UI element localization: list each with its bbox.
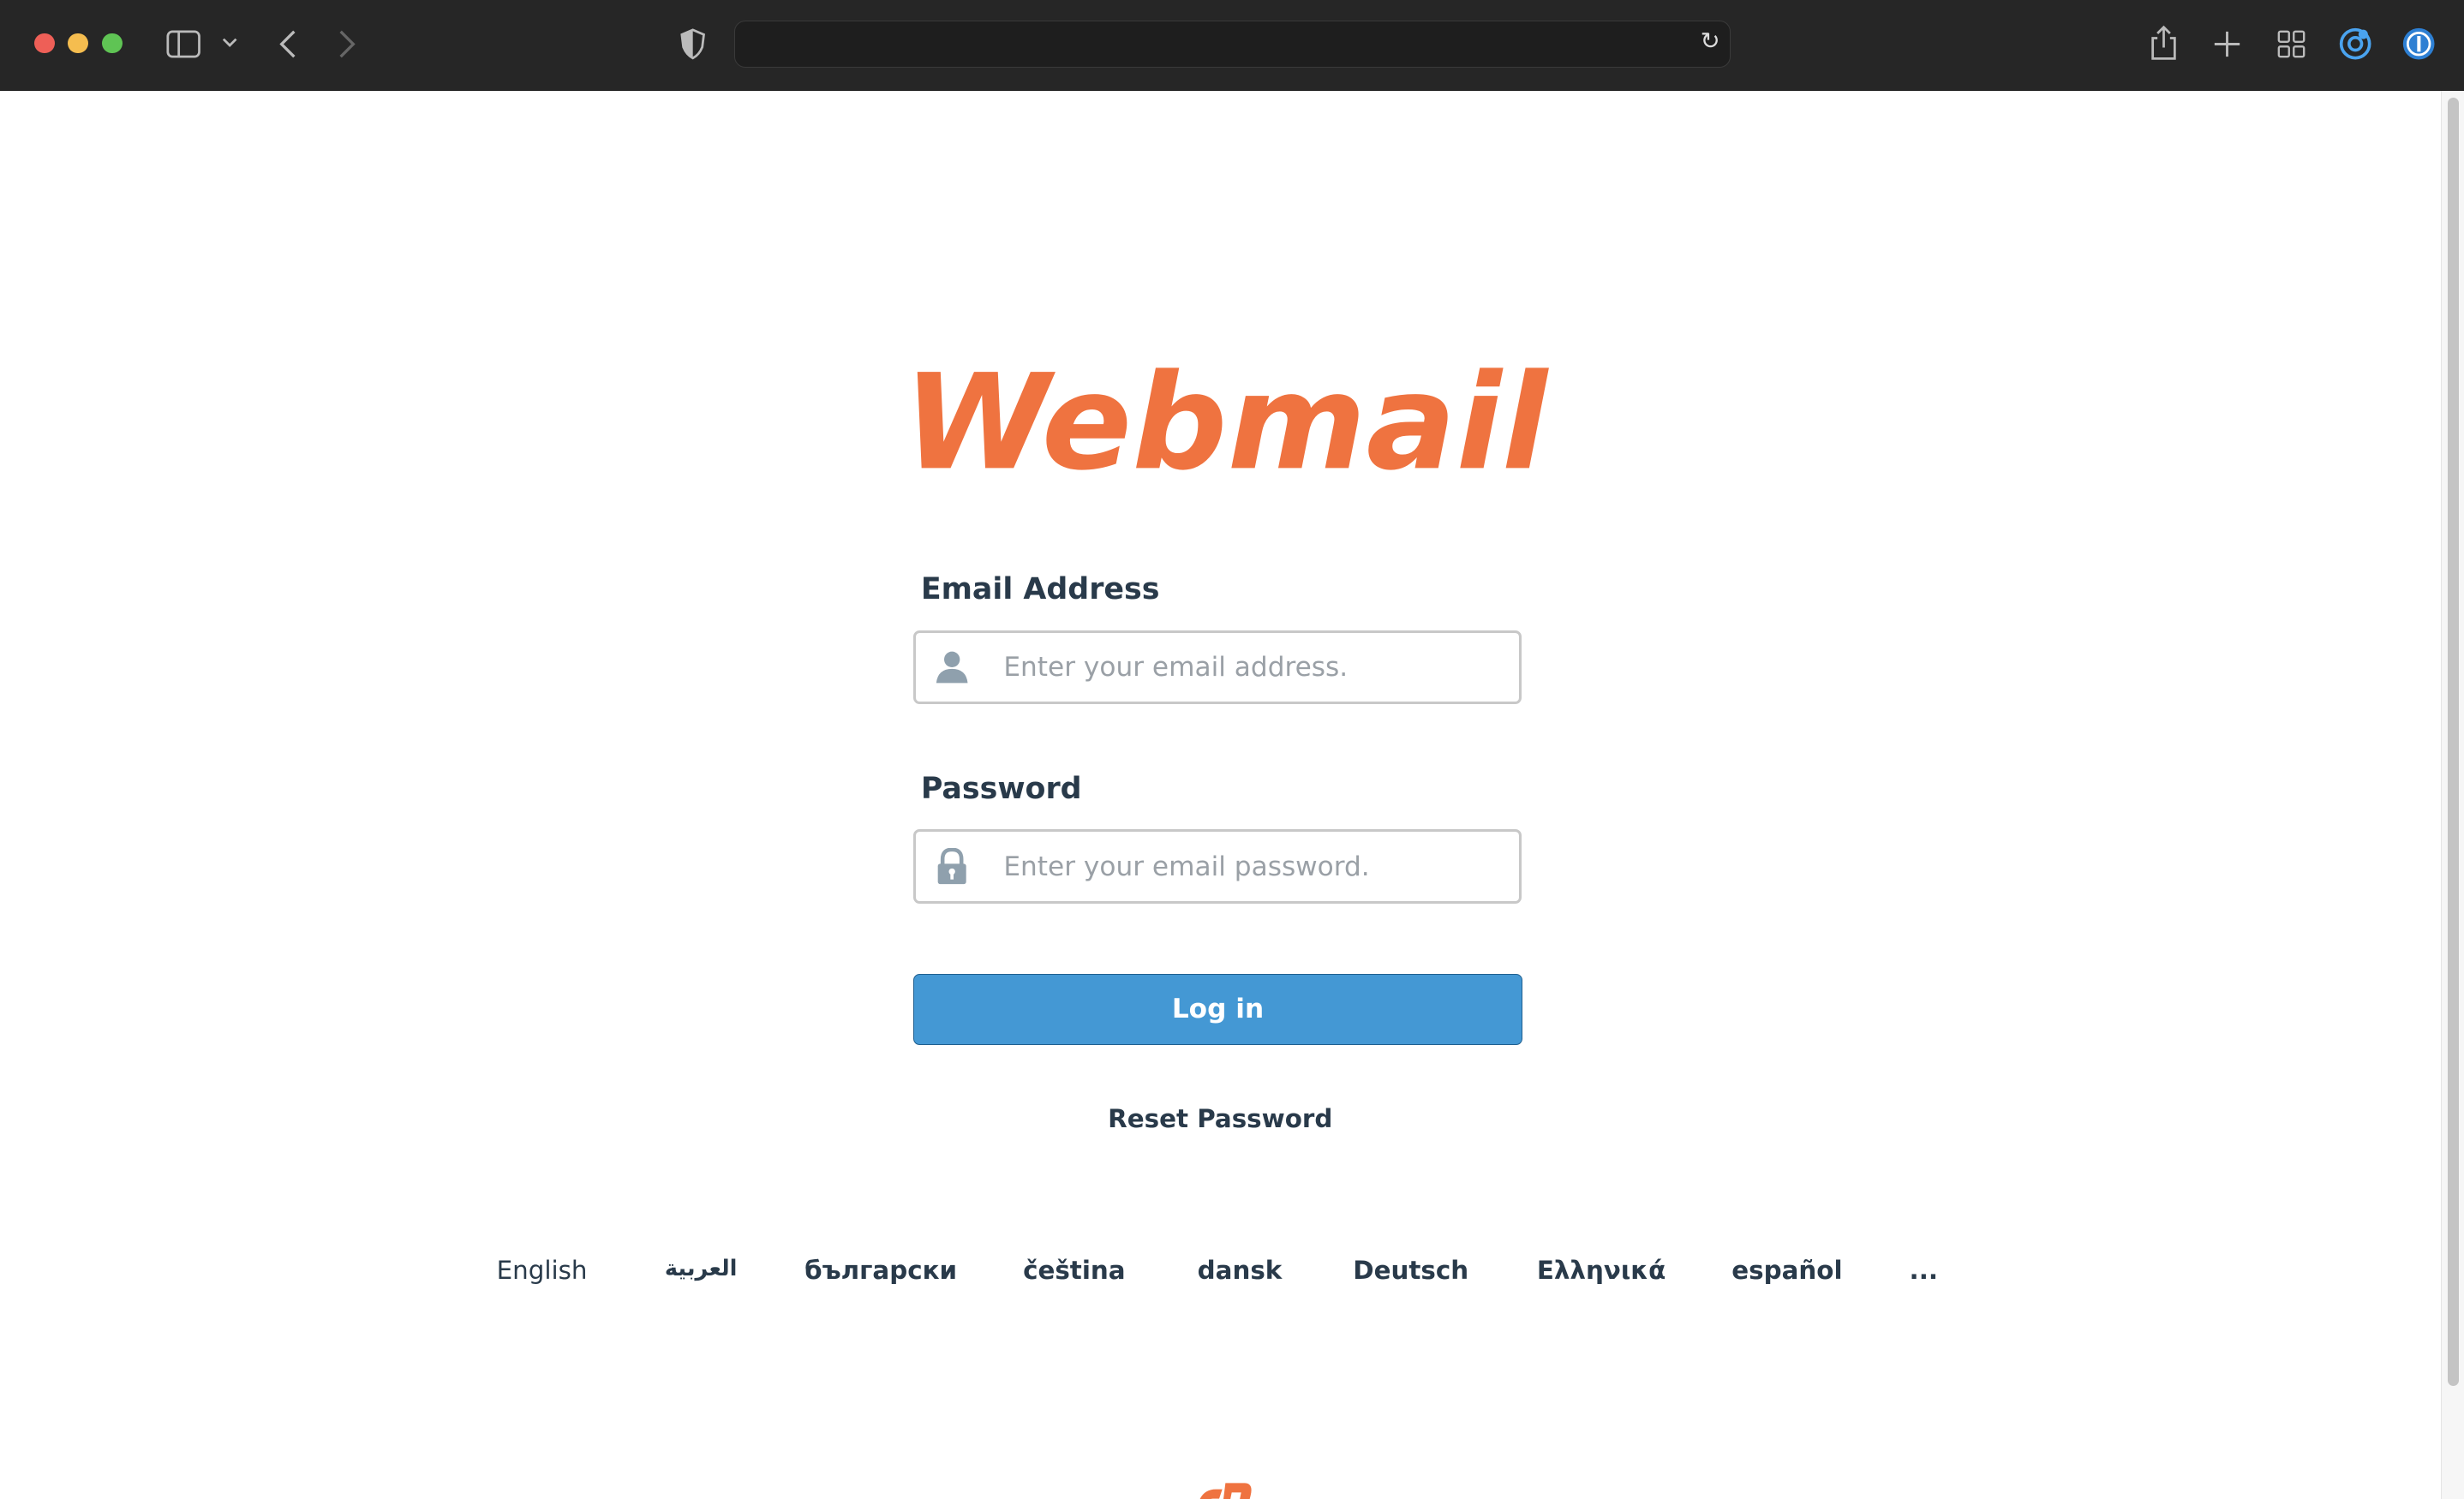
password-manager-icon[interactable] — [2401, 27, 2436, 61]
shield-icon[interactable] — [680, 28, 706, 60]
language-greek[interactable]: Ελληνικά — [1537, 1256, 1666, 1285]
email-input[interactable] — [1003, 632, 1507, 702]
webmail-login-page: Webmail Email Address Password Log in Re… — [0, 91, 2441, 1499]
scrollbar-thumb[interactable] — [2447, 97, 2459, 1386]
tab-overview-icon[interactable] — [2277, 30, 2306, 58]
language-german[interactable]: Deutsch — [1353, 1256, 1468, 1285]
language-english[interactable]: English — [497, 1256, 588, 1285]
reset-password-text[interactable]: Reset Password — [1108, 1104, 1332, 1133]
reset-password-link: Reset Password — [0, 1104, 2441, 1133]
language-bulgarian[interactable]: български — [804, 1256, 957, 1285]
svg-text:Webmail: Webmail — [904, 358, 1550, 493]
minimize-window-button[interactable] — [67, 33, 88, 54]
password-label: Password — [920, 771, 1082, 806]
cpanel-logo — [1200, 1483, 1252, 1499]
extension-icon[interactable] — [2338, 27, 2372, 61]
reload-icon[interactable]: ↻ — [1701, 27, 1720, 55]
language-czech[interactable]: čeština — [1023, 1256, 1125, 1285]
user-icon — [936, 651, 968, 684]
email-field[interactable] — [912, 630, 1522, 705]
email-label: Email Address — [920, 571, 1160, 606]
login-button[interactable]: Log in — [912, 974, 1523, 1045]
sidebar-icon[interactable] — [166, 30, 201, 58]
language-arabic[interactable]: العربية — [665, 1256, 738, 1281]
address-bar[interactable]: ↻ — [733, 20, 1731, 69]
password-input[interactable] — [1003, 832, 1507, 902]
share-icon[interactable] — [2150, 24, 2178, 62]
browser-window: ↻ Webmail Email Address Password Log in … — [0, 0, 2464, 1499]
new-tab-icon[interactable] — [2213, 30, 2241, 58]
page-scrollbar[interactable] — [2440, 91, 2464, 1499]
more-languages-button[interactable]: ... — [1910, 1256, 1938, 1285]
chevron-down-icon[interactable] — [222, 36, 237, 49]
back-icon[interactable] — [278, 30, 297, 58]
language-selector: English العربية български čeština dansk … — [0, 1256, 2441, 1293]
language-spanish[interactable]: español — [1731, 1256, 1842, 1285]
browser-toolbar: ↻ — [0, 0, 2464, 91]
lock-icon — [937, 847, 966, 884]
webmail-logo: Webmail — [904, 358, 1550, 493]
password-field[interactable] — [912, 829, 1522, 905]
forward-icon[interactable] — [338, 30, 356, 58]
language-danish[interactable]: dansk — [1198, 1256, 1283, 1285]
zoom-window-button[interactable] — [102, 33, 123, 54]
close-window-button[interactable] — [34, 33, 56, 54]
